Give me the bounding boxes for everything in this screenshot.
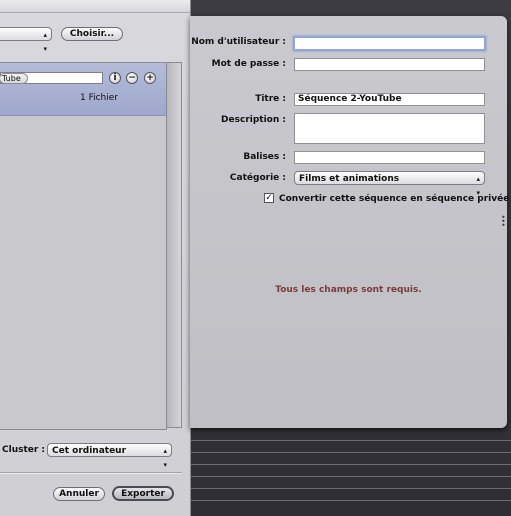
- cluster-popup[interactable]: Cet ordinateur ▴ ▾: [47, 443, 172, 469]
- background-strip: [186, 440, 511, 441]
- background-strip: [186, 476, 511, 477]
- background-strip: [186, 464, 511, 465]
- choose-button[interactable]: Choisir...: [61, 27, 123, 41]
- export-sheet: ▴ ▾ Choisir... Tube i − + 1 Fichier Clust…: [0, 0, 191, 516]
- cluster-label: Cluster :: [2, 445, 46, 455]
- username-label: Nom d'utilisateur :: [191, 37, 286, 47]
- file-list: Tube i − + 1 Fichier: [0, 62, 167, 430]
- minus-icon: −: [128, 73, 136, 83]
- password-input[interactable]: [294, 58, 485, 71]
- title-input[interactable]: Séquence 2-YouTube: [294, 93, 485, 106]
- description-textarea[interactable]: [294, 113, 485, 144]
- popup-arrows-icon: ▴ ▾: [163, 447, 167, 469]
- username-input[interactable]: [293, 36, 486, 51]
- row-setting-pill: Tube: [0, 73, 28, 84]
- popup-arrows-icon: ▴ ▾: [43, 31, 47, 53]
- background-strip: [186, 500, 511, 501]
- password-label: Mot de passe :: [211, 59, 286, 69]
- resize-handle-icon[interactable]: • • •: [501, 214, 506, 230]
- private-checkbox[interactable]: ✓: [264, 193, 274, 203]
- tags-label: Balises :: [243, 152, 286, 162]
- row-setting-field[interactable]: Tube: [0, 72, 103, 84]
- title-label: Titre :: [255, 94, 286, 104]
- category-value: Films et animations: [299, 174, 400, 184]
- cluster-value: Cet ordinateur: [52, 446, 127, 456]
- list-item[interactable]: Tube i − + 1 Fichier: [0, 63, 166, 116]
- add-button[interactable]: +: [144, 72, 156, 84]
- info-icon: i: [113, 73, 117, 83]
- divider: [0, 473, 182, 474]
- required-fields-message: Tous les champs sont requis.: [275, 285, 422, 295]
- sheet-top-edge: [0, 0, 190, 13]
- cancel-button[interactable]: Annuler: [53, 487, 105, 501]
- youtube-publish-dialog: Nom d'utilisateur : Mot de passe : Titre…: [190, 16, 510, 428]
- destination-popup[interactable]: ▴ ▾: [0, 27, 52, 53]
- private-checkbox-label: Convertir cette séquence en séquence pri…: [279, 194, 510, 204]
- export-button[interactable]: Exporter: [112, 486, 174, 501]
- list-scrollbar[interactable]: [166, 62, 182, 428]
- checkmark-icon: ✓: [265, 193, 273, 203]
- background-strip: [186, 452, 511, 453]
- file-count: 1 Fichier: [80, 93, 118, 103]
- plus-icon: +: [146, 73, 154, 83]
- category-label: Catégorie :: [229, 173, 286, 183]
- info-button[interactable]: i: [109, 72, 121, 84]
- category-popup[interactable]: Films et animations ▴ ▾: [294, 171, 485, 197]
- background-strip: [186, 488, 511, 489]
- description-label: Description :: [221, 115, 286, 125]
- remove-button[interactable]: −: [126, 72, 138, 84]
- tags-input[interactable]: [294, 151, 485, 164]
